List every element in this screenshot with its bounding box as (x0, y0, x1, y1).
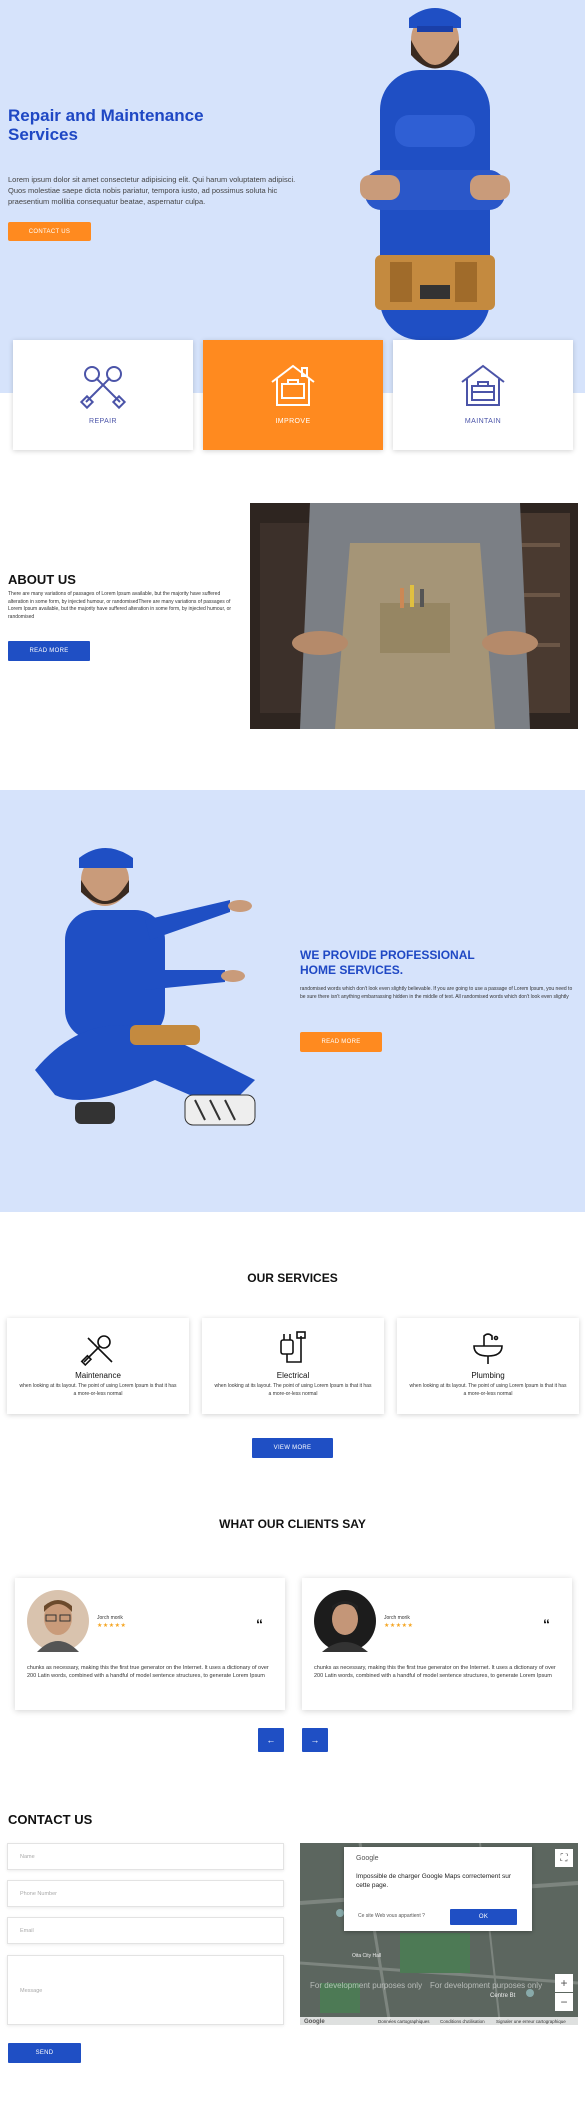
map-terms-link[interactable]: Conditions d'utilisation (440, 2019, 485, 2024)
map[interactable]: Oita City Hall Centre Bt For development… (300, 1843, 578, 2025)
service-text: when looking at its layout. The point of… (214, 1383, 372, 1397)
service-title: Maintenance (75, 1371, 121, 1380)
quote-icon: “ (256, 1616, 263, 1632)
clients-title: WHAT OUR CLIENTS SAY (219, 1517, 366, 1531)
name-field[interactable]: Name (7, 1843, 284, 1870)
testimonial-text: chunks as necessary, making this the fir… (27, 1665, 269, 1679)
client-name: Jorch morik (97, 1615, 123, 1621)
about-image (250, 503, 578, 729)
client-name: Jorch morik (384, 1615, 410, 1621)
about-text: There are many variations of passages of… (8, 591, 232, 620)
provide-read-more-button[interactable]: READ MORE (300, 1032, 382, 1052)
worker-image (360, 8, 510, 340)
rating-stars: ★★★★★ (97, 1623, 127, 1629)
phone-field[interactable]: Phone Number (7, 1880, 284, 1907)
plug-icon (280, 1331, 306, 1363)
house-toolbox-icon (461, 364, 505, 406)
hero-title: Repair and Maintenance Services (8, 106, 204, 144)
wrench-screwdriver-icon (80, 1335, 113, 1366)
worker-pointing-image (35, 848, 256, 1126)
send-button[interactable]: SEND (8, 2043, 81, 2063)
feature-card-improve[interactable]: IMPROVE (203, 340, 383, 450)
about-title: ABOUT US (8, 572, 76, 587)
map-owner-question: Ce site Web vous appartient ? (358, 1913, 425, 1919)
wrench-cross-icon (79, 366, 127, 410)
dev-watermark: For development purposes only (430, 1981, 543, 1990)
sink-faucet-icon (473, 1333, 503, 1364)
hero-text: Lorem ipsum dolor sit amet consectetur a… (8, 175, 296, 206)
name-placeholder: Name (20, 1854, 35, 1860)
contact-us-button[interactable]: CONTACT US (8, 222, 91, 241)
zoom-out-icon[interactable]: − (555, 1993, 573, 2011)
map-data-link[interactable]: Données cartographiques (378, 2019, 430, 2024)
map-error-dialog: Google Impossible de charger Google Maps… (344, 1847, 532, 1931)
google-logo: Google (304, 2019, 325, 2025)
contact-title: CONTACT US (8, 1812, 93, 1827)
rating-stars: ★★★★★ (384, 1623, 414, 1629)
service-card-plumbing[interactable]: Plumbing when looking at its layout. The… (397, 1318, 579, 1414)
email-placeholder: Email (20, 1928, 34, 1934)
provide-text: randomised words which don't look even s… (300, 986, 573, 1000)
dev-watermark: For development purposes only (310, 1981, 423, 1990)
service-title: Electrical (276, 1371, 310, 1380)
feature-card-repair[interactable]: REPAIR (13, 340, 193, 450)
service-card-electrical[interactable]: Electrical when looking at its layout. T… (202, 1318, 384, 1414)
about-read-more-button[interactable]: READ MORE (8, 641, 90, 661)
avatar (314, 1590, 376, 1652)
message-placeholder: Message (20, 1988, 43, 1994)
fullscreen-icon[interactable]: ⛶ (555, 1849, 573, 1867)
avatar (27, 1590, 89, 1652)
service-text: when looking at its layout. The point of… (19, 1383, 177, 1397)
feature-label: REPAIR (89, 418, 117, 425)
prev-arrow-icon[interactable]: ← (258, 1728, 284, 1752)
email-field[interactable]: Email (7, 1917, 284, 1944)
map-place-label: Centre Bt (490, 1993, 516, 1999)
next-arrow-icon[interactable]: → (302, 1728, 328, 1752)
hero-section: Repair and Maintenance Services Lorem ip… (0, 0, 585, 393)
service-text: when looking at its layout. The point of… (409, 1383, 567, 1397)
zoom-in-icon[interactable]: + (555, 1974, 573, 1992)
feature-label: MAINTAIN (464, 418, 502, 425)
map-report-link[interactable]: Signaler une erreur cartographique (496, 2019, 566, 2024)
google-logo: Google (356, 1855, 379, 1862)
map-place-label: Oita City Hall (352, 1953, 382, 1959)
phone-placeholder: Phone Number (20, 1891, 57, 1897)
feature-card-maintain[interactable]: MAINTAIN (393, 340, 573, 450)
testimonial-card: Jorch morik ★★★★★ “ chunks as necessary,… (15, 1578, 285, 1710)
testimonial-card: Jorch morik ★★★★★ “ chunks as necessary,… (302, 1578, 572, 1710)
feature-label: IMPROVE (275, 418, 311, 425)
quote-icon: “ (543, 1616, 550, 1632)
service-title: Plumbing (471, 1371, 505, 1380)
provide-title: WE PROVIDE PROFESSIONAL HOME SERVICES. (300, 948, 475, 977)
service-card-maintenance[interactable]: Maintenance when looking at its layout. … (7, 1318, 189, 1414)
map-ok-button[interactable]: OK (450, 1909, 517, 1925)
house-toolbox-icon (271, 364, 315, 406)
view-more-button[interactable]: VIEW MORE (252, 1438, 333, 1458)
testimonial-text: chunks as necessary, making this the fir… (314, 1665, 556, 1679)
message-field[interactable]: Message (7, 1955, 284, 2025)
map-error-title: Impossible de charger Google Maps correc… (356, 1873, 511, 1889)
services-title: OUR SERVICES (247, 1271, 338, 1285)
